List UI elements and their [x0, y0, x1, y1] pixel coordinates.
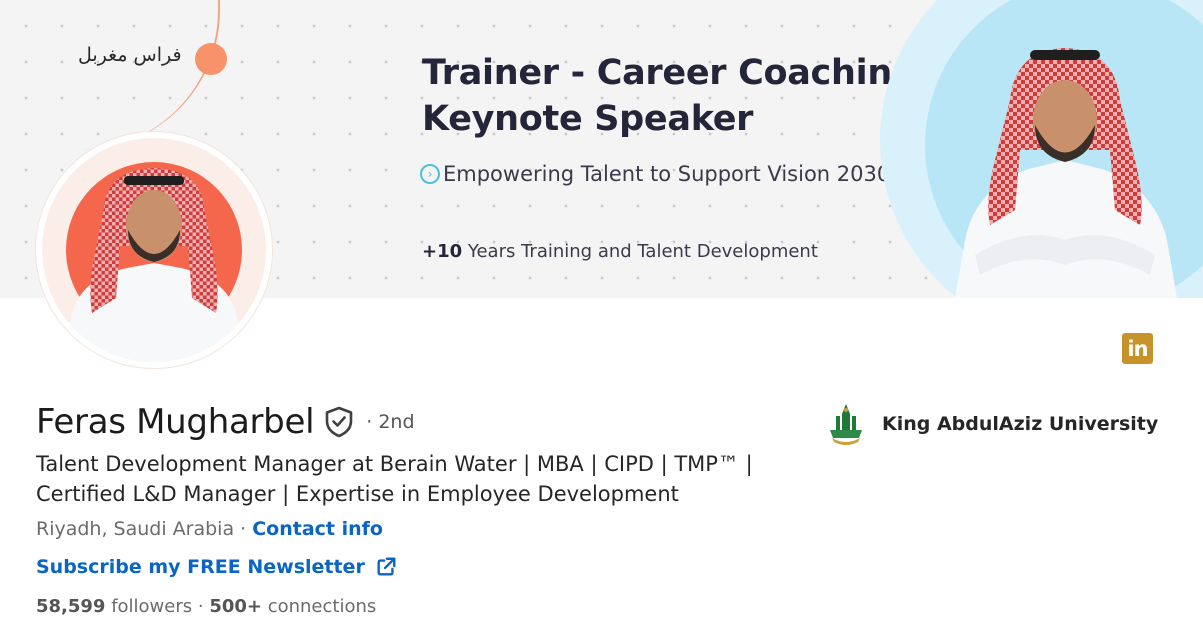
profile-avatar[interactable] [36, 132, 272, 368]
verified-shield-icon[interactable] [324, 406, 354, 438]
university-logo-icon [830, 404, 862, 445]
banner-decor-arc [80, 0, 220, 150]
connections-label: connections [261, 596, 377, 617]
stats-separator: · [192, 596, 210, 617]
banner-title: Trainer - Career Coaching Keynote Speake… [422, 50, 942, 142]
followers-label: followers [105, 596, 193, 617]
newsletter-link[interactable]: Subscribe my FREE Newsletter [36, 556, 397, 578]
connection-degree: · 2nd [366, 411, 415, 433]
newsletter-label: Subscribe my FREE Newsletter [36, 556, 365, 578]
chevron-circle-icon: › [420, 164, 440, 184]
profile-location: Riyadh, Saudi Arabia [36, 518, 235, 540]
profile-page: فراس مغربل Trainer - Career Coaching Key… [0, 0, 1203, 622]
location-separator: · [234, 518, 253, 540]
banner-title-line1: Trainer - Career Coaching [422, 53, 917, 93]
avatar-photo [62, 162, 246, 362]
banner-tagline-text: Empowering Talent to Support Vision 2030 [443, 162, 891, 186]
banner-decor-dot [195, 43, 227, 75]
connections-count[interactable]: 500+ [209, 596, 262, 617]
profile-name: Feras Mugharbel [36, 402, 315, 442]
banner-years-text: Years Training and Talent Development [462, 241, 818, 262]
followers-count: 58,599 [36, 596, 106, 617]
education-item[interactable]: King AbdulAziz University [826, 402, 1158, 446]
banner-title-line2: Keynote Speaker [422, 99, 754, 139]
banner-years: +10 Years Training and Talent Developmen… [422, 241, 818, 262]
banner-arabic-name: فراس مغربل [78, 44, 182, 66]
banner-tagline: › Empowering Talent to Support Vision 20… [420, 162, 890, 186]
external-link-icon [377, 557, 396, 576]
profile-headline: Talent Development Manager at Berain Wat… [36, 449, 796, 509]
contact-info-link[interactable]: Contact info [252, 518, 383, 540]
headline-line1: Talent Development Manager at Berain Wat… [36, 452, 753, 476]
university-name: King AbdulAziz University [882, 413, 1159, 435]
banner-years-prefix: +10 [422, 241, 463, 262]
name-row: Feras Mugharbel · 2nd [36, 402, 415, 442]
banner-person-photo [955, 48, 1177, 298]
stats-row: 58,599 followers · 500+ connections [36, 596, 376, 617]
location-row: Riyadh, Saudi Arabia · Contact info [36, 518, 383, 540]
linkedin-icon[interactable]: in [1122, 333, 1153, 364]
headline-line2: Certified L&D Manager | Expertise in Emp… [36, 482, 679, 506]
